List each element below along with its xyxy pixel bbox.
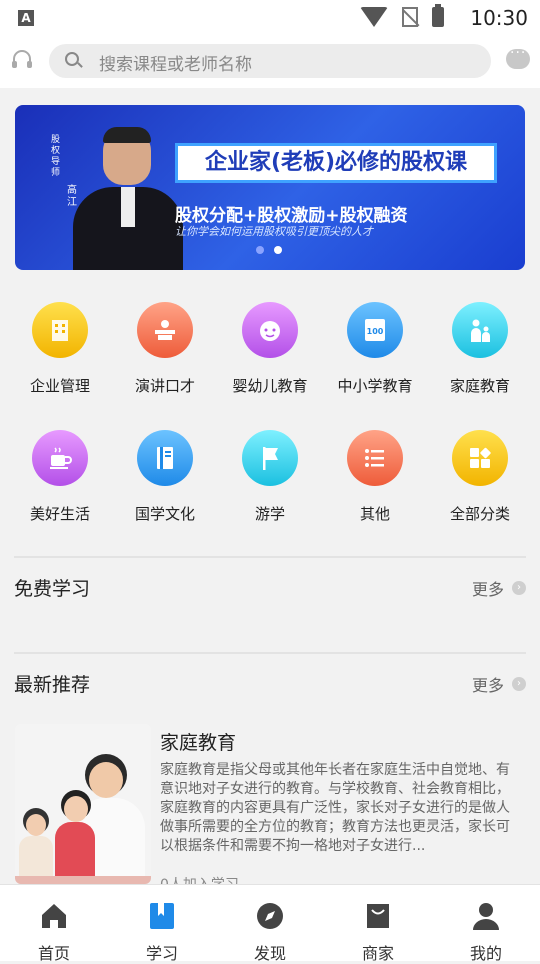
more-label: 更多 [471, 580, 504, 599]
search-placeholder: 搜索课程或老师名称 [99, 55, 252, 75]
score-100-icon: 100 [347, 302, 403, 358]
divider [14, 652, 526, 654]
banner-title: 企业家(老板)必修的股权课 [204, 150, 468, 175]
status-indicator-icon: A [18, 10, 34, 26]
promo-banner[interactable]: 股权导师 高江 企业家(老板)必修的股权课 股权分配+股权激励+股权融资 让你学… [15, 105, 525, 270]
home-icon [42, 904, 66, 928]
svg-text:100: 100 [367, 327, 384, 336]
category-grid: 企业管理 演讲口才 婴幼儿教育 100 中小学教育 家庭教育 美好生活 国学文化… [0, 290, 540, 548]
list-icon [347, 430, 403, 486]
coffee-icon [32, 430, 88, 486]
category-item-enterprise[interactable]: 企业管理 [6, 290, 114, 396]
category-item-school[interactable]: 100 中小学教育 [321, 290, 429, 396]
category-label: 中小学教育 [337, 377, 413, 395]
wifi-icon [360, 7, 388, 27]
status-time: 10:30 [470, 6, 528, 30]
bookmark-icon [150, 903, 174, 929]
tab-label: 学习 [145, 944, 178, 963]
bottom-tab-bar: 首页 学习 发现 商家 我的 [0, 884, 540, 963]
more-link[interactable]: 更多 › [472, 576, 526, 600]
tab-home[interactable]: 首页 [0, 885, 108, 963]
tab-study[interactable]: 学习 [108, 885, 216, 963]
tab-label: 商家 [361, 944, 394, 963]
category-label: 婴幼儿教育 [232, 377, 308, 395]
no-sim-icon [402, 7, 418, 27]
course-description: 家庭教育是指父母或其他年长者在家庭生活中自觉地、有意识地对子女进行的教育。与学校… [160, 762, 510, 854]
building-icon [32, 302, 88, 358]
category-label: 家庭教育 [449, 377, 510, 395]
chevron-right-icon: › [512, 581, 526, 595]
baby-icon [242, 302, 298, 358]
category-label: 其他 [359, 505, 390, 523]
category-item-other[interactable]: 其他 [321, 418, 429, 524]
tab-label: 我的 [469, 944, 502, 963]
category-item-infant[interactable]: 婴幼儿教育 [216, 290, 324, 396]
section-title: 最新推荐 [14, 674, 91, 696]
category-item-speech[interactable]: 演讲口才 [111, 290, 219, 396]
more-link[interactable]: 更多 › [472, 672, 526, 696]
category-label: 全部分类 [449, 505, 510, 523]
shopping-bag-icon [367, 904, 389, 928]
status-bar: A 10:30 [0, 0, 540, 36]
family-icon [452, 302, 508, 358]
book-icon [137, 430, 193, 486]
category-label: 企业管理 [29, 377, 90, 395]
category-item-family[interactable]: 家庭教育 [426, 290, 534, 396]
more-label: 更多 [471, 676, 504, 695]
free-learning-section: 免费学习 更多 › [0, 556, 540, 652]
search-icon [65, 52, 79, 66]
user-icon [473, 903, 499, 930]
tab-merchant[interactable]: 商家 [324, 885, 432, 963]
podium-icon [137, 302, 193, 358]
course-thumbnail [15, 724, 151, 884]
chevron-right-icon: › [512, 677, 526, 691]
category-label: 游学 [254, 505, 285, 523]
carousel-dot[interactable] [256, 246, 264, 254]
carousel-indicator [256, 246, 282, 254]
speaker-photo [73, 127, 183, 270]
banner-tagline: 让你学会如何运用股权吸引更顶尖的人才 [175, 225, 373, 238]
category-label: 演讲口才 [134, 377, 195, 395]
banner-tag-role: 股权导师 [51, 135, 61, 178]
course-title: 家庭教育 [160, 732, 237, 754]
grid-icon [452, 430, 508, 486]
tab-profile[interactable]: 我的 [432, 885, 540, 963]
tab-discover[interactable]: 发现 [216, 885, 324, 963]
tab-label: 首页 [37, 944, 70, 963]
category-item-life[interactable]: 美好生活 [6, 418, 114, 524]
carousel-dot-active[interactable] [274, 246, 282, 254]
category-item-study-tour[interactable]: 游学 [216, 418, 324, 524]
category-label: 美好生活 [29, 505, 90, 523]
divider [14, 556, 526, 558]
message-icon[interactable] [506, 45, 530, 69]
category-item-culture[interactable]: 国学文化 [111, 418, 219, 524]
flag-icon [242, 430, 298, 486]
category-label: 国学文化 [134, 505, 195, 523]
search-input[interactable]: 搜索课程或老师名称 [49, 44, 491, 78]
tab-label: 发现 [253, 944, 286, 963]
headset-icon[interactable] [10, 48, 34, 72]
top-bar: 搜索课程或老师名称 [0, 36, 540, 88]
category-item-all[interactable]: 全部分类 [426, 418, 534, 524]
course-card[interactable]: 家庭教育 家庭教育是指父母或其他年长者在家庭生活中自觉地、有意识地对子女进行的教… [15, 724, 527, 893]
recommend-section: 最新推荐 更多 › [0, 652, 540, 722]
section-title: 免费学习 [14, 578, 91, 600]
compass-icon [257, 903, 283, 929]
battery-icon [432, 4, 444, 27]
